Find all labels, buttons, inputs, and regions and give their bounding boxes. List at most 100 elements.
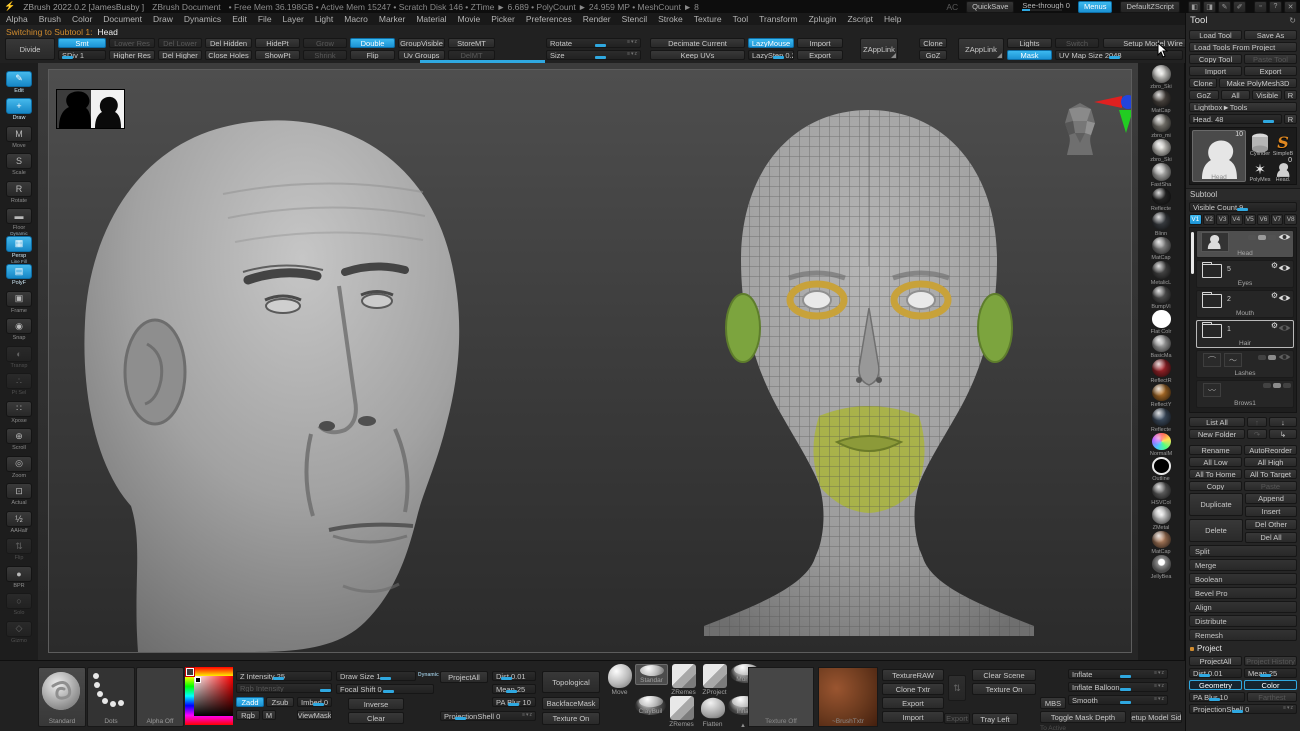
tool-slot-simplebrush[interactable]: S SimpleB [1272,130,1294,156]
tool-slot-head[interactable]: 0 Head. [1272,157,1294,183]
inverse-button[interactable]: Inverse [348,698,404,710]
eye-icon[interactable] [1278,233,1291,241]
titlebar-tool-icon[interactable]: ◧ [1188,1,1201,13]
zsub-button[interactable]: Zsub [266,697,294,707]
load-tools-from-project-button[interactable]: Load Tools From Project [1189,42,1297,52]
visible-count-slider[interactable]: Visible Count 9 [1189,202,1297,212]
section-header[interactable]: Bevel Pro [1189,587,1297,599]
material-item[interactable]: zbro_mi [1141,114,1181,139]
menu-item[interactable]: Stroke [658,14,683,24]
material-item[interactable]: MatCap [1141,531,1181,556]
del-other-button[interactable]: Del Other [1245,519,1297,530]
brush-quick-slot[interactable]: Flatten [697,696,728,728]
material-item[interactable]: ReflectR [1141,359,1181,384]
clone-txtr-button[interactable]: Clone Txtr [882,683,944,695]
gear-icon[interactable]: ⚙ [1271,321,1278,330]
material-item[interactable]: Reflecte [1141,408,1181,433]
rotate-slider[interactable]: Rotate≡▾z [546,38,641,48]
close-holes-button[interactable]: Close Holes [205,50,252,60]
inflate-balloon-slider[interactable]: Inflate Balloon≡▾z [1068,682,1168,692]
window-control-button[interactable]: ? [1269,1,1282,13]
projection-shell-slider-bottom[interactable]: ProjectionShell 0≡▾z [440,711,536,721]
left-shelf-button[interactable]: ▣ Frame [4,286,34,314]
active-tool-thumbnail[interactable]: 10 Head [1192,130,1246,182]
eye-icon[interactable] [1278,324,1291,332]
projection-shell-slider[interactable]: ProjectionShell 0≡▾z [1189,704,1297,714]
material-item[interactable]: Reflecte [1141,188,1181,213]
material-item[interactable]: NormalM [1141,433,1181,458]
farthest-button[interactable]: Farthest [1247,692,1297,702]
mean-slider-bottom[interactable]: Mean 25 [492,684,536,694]
goz-all-button[interactable]: All [1221,90,1251,100]
menu-item[interactable]: File [258,14,272,24]
uv-groups-button[interactable]: Uv Groups [398,50,445,60]
decimate-current-button[interactable]: Decimate Current [650,38,745,48]
goz-button[interactable]: GoZ [919,50,947,60]
mask-button[interactable]: Mask [1007,50,1052,60]
all-to-target-button[interactable]: All To Target [1244,469,1297,479]
default-zscript-button[interactable]: DefaultZScript [1120,1,1180,13]
export-button[interactable]: Export [797,50,843,60]
r-button-2[interactable]: R [1284,114,1297,124]
m-button[interactable]: M [262,710,276,720]
section-header[interactable]: Remesh [1189,629,1297,641]
lazymouse-button[interactable]: LazyMouse [748,38,794,48]
section-header[interactable]: Boolean [1189,573,1297,585]
material-item[interactable]: ReflectY [1141,384,1181,409]
append-button[interactable]: Append [1245,493,1297,504]
left-shelf-button[interactable]: ∴ Pt Sel [4,369,34,397]
paste-tool-button[interactable]: Paste Tool [1244,54,1297,64]
section-header[interactable]: Align [1189,601,1297,613]
insert-button[interactable]: Insert [1245,506,1297,517]
subtool-toggles[interactable] [1248,233,1291,241]
lights-button[interactable]: Lights [1007,38,1052,48]
rename-button[interactable]: Rename [1189,445,1242,455]
flip-button[interactable]: Flip [350,50,395,60]
storemt-button[interactable]: StoreMT [448,38,495,48]
alpha-thumbnail[interactable]: Alpha Off [136,667,184,727]
size-slider[interactable]: Size≡▾z [546,50,641,60]
document-preview-thumbnail[interactable] [56,89,125,129]
pa-blur-slider-bottom[interactable]: PA Blur 10 [492,697,536,707]
subtool-page-tab[interactable]: V4 [1230,214,1243,225]
tray-left-button[interactable]: Tray Left [972,713,1018,725]
inflate-slider[interactable]: Inflate≡▾z [1068,669,1168,679]
material-item[interactable]: MetalicL [1141,261,1181,286]
texture-on-button[interactable]: Texture On [542,712,600,725]
left-shelf-button[interactable]: ✎ Edit [4,66,34,94]
hidept-button[interactable]: HidePt [255,38,300,48]
move-out-button[interactable]: ↷ [1247,429,1267,439]
dist-slider[interactable]: Dist 0.01 [1189,668,1242,678]
topological-button[interactable]: Topological [542,671,600,693]
brush-quick-slot[interactable]: ZProject [699,664,730,696]
material-item[interactable]: BasicMa [1141,335,1181,360]
subtool-page-tab[interactable]: V1 [1189,214,1202,225]
subtool-item-lashes[interactable]: ⌒〜 Lashes [1196,350,1294,378]
r-button[interactable]: R [1284,90,1297,100]
zapplink-button[interactable]: ZAppLink [860,38,898,60]
brush-quick-slot[interactable]: ZRemes [666,696,697,728]
lower-res-button[interactable]: Lower Res [109,38,155,48]
material-item[interactable]: MatCap [1141,237,1181,262]
brush-quick-slot[interactable]: Move [604,664,635,696]
import-tool-button[interactable]: Import [1189,66,1242,76]
menu-item[interactable]: Draw [153,14,173,24]
material-item[interactable]: BumpVi [1141,286,1181,311]
grow-button[interactable]: Grow [303,38,347,48]
menu-item[interactable]: Texture [694,14,722,24]
menu-item[interactable]: Light [315,14,333,24]
window-control-button[interactable]: ▫ [1254,1,1267,13]
left-shelf-button[interactable]: ⊡ Actual [4,479,34,507]
double-button[interactable]: Double [350,38,395,48]
dynamic-label[interactable]: Dynamic [418,672,439,678]
all-to-home-button[interactable]: All To Home [1189,469,1242,479]
left-shelf-button[interactable]: ● BPR [4,561,34,589]
zadd-button[interactable]: Zadd [236,697,264,707]
subtool-item-eyes[interactable]: 5 ⚙ Eyes [1196,260,1294,288]
left-shelf-button[interactable]: ○ Solo [4,589,34,617]
document-frame[interactable] [48,69,1132,653]
higher-res-button[interactable]: Higher Res [109,50,155,60]
projectall-button-bottom[interactable]: ProjectAll [440,671,488,683]
eye-icon[interactable] [1278,353,1291,361]
menu-item[interactable]: Dynamics [184,14,221,24]
